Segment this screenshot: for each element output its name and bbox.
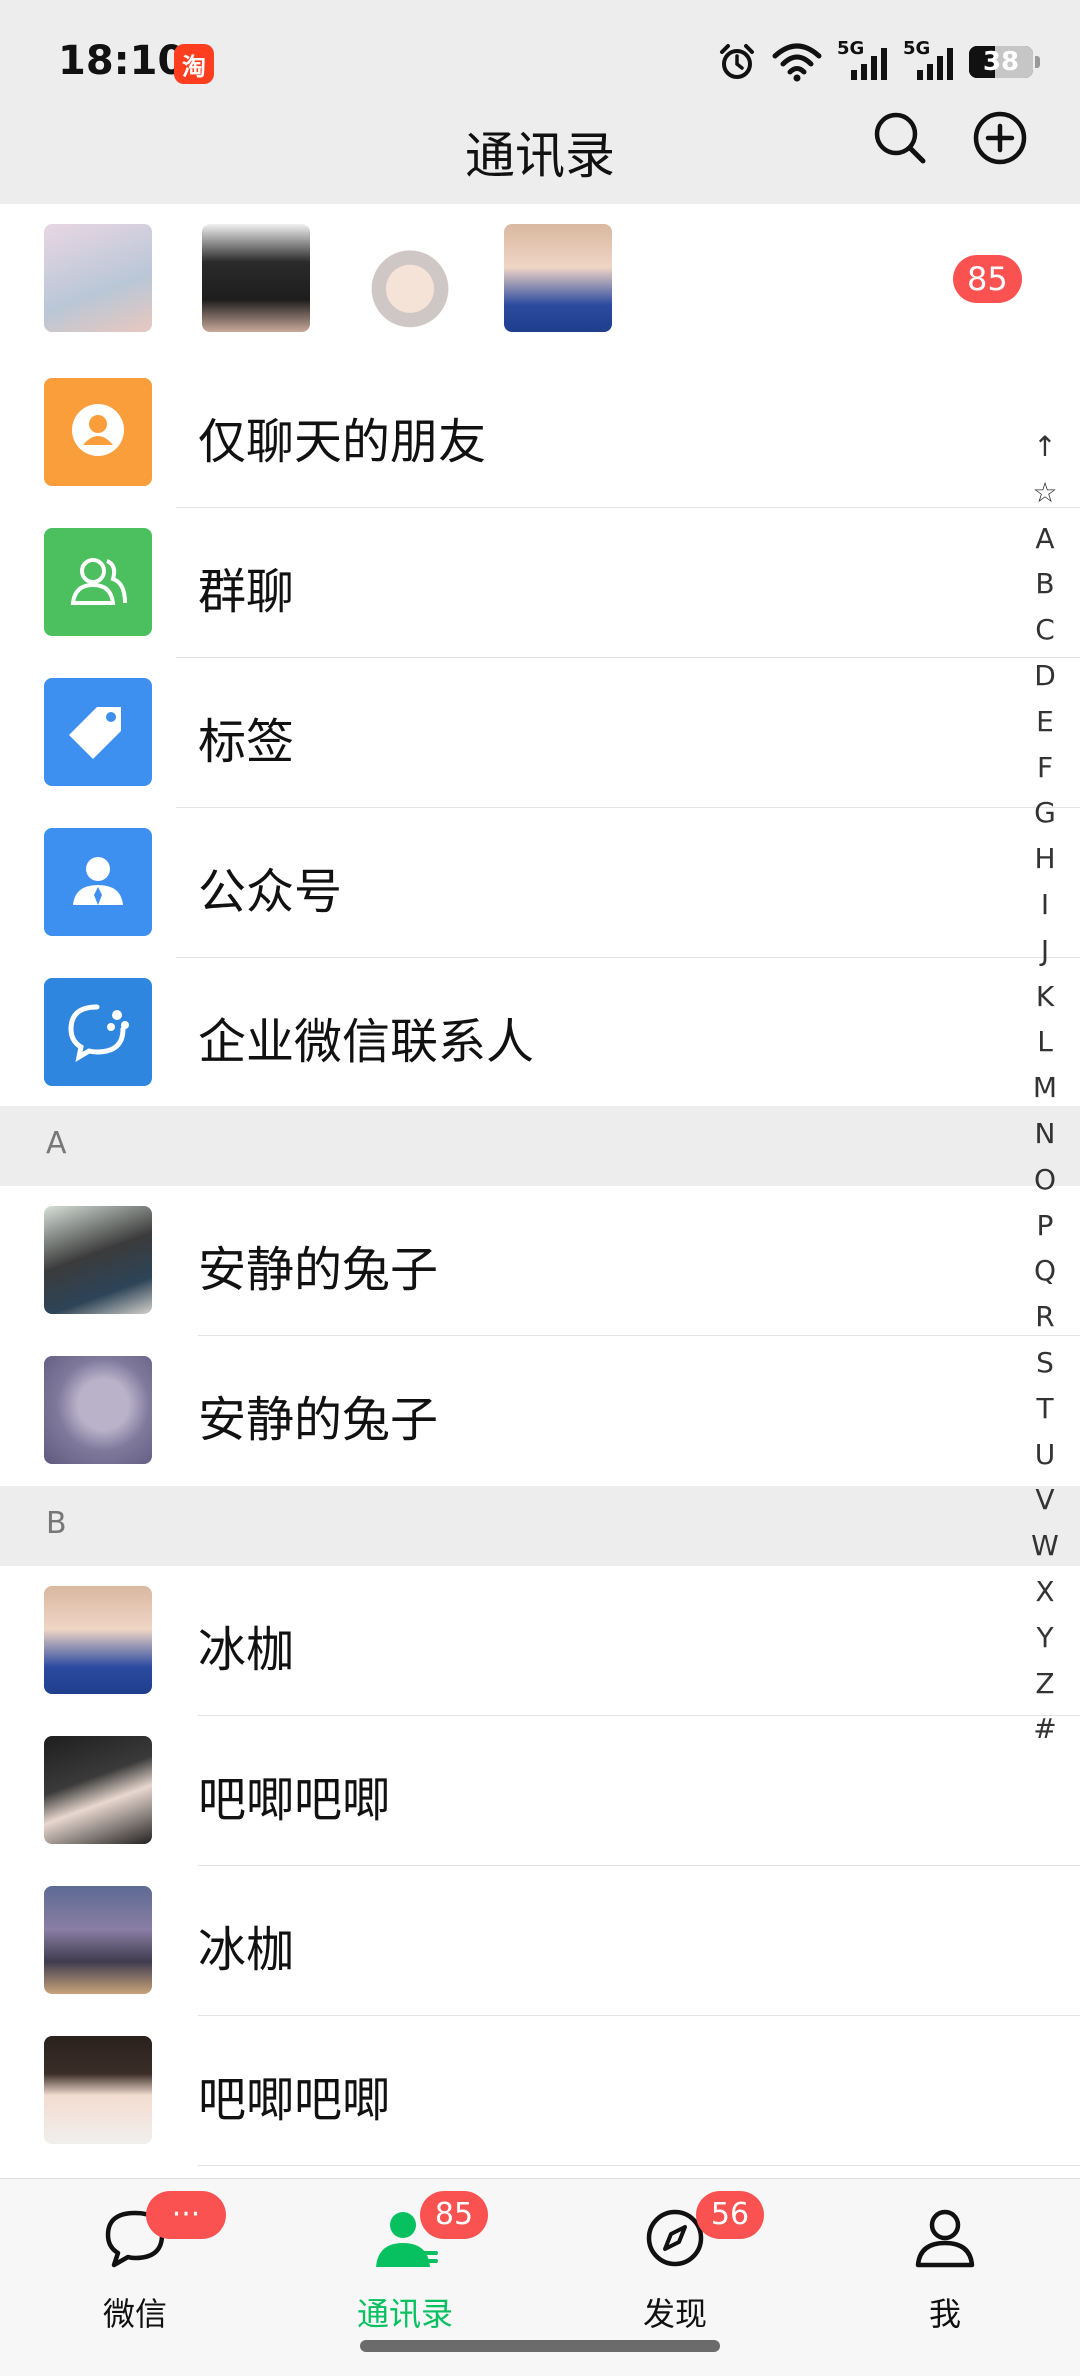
contact-name: 安静的兔子 xyxy=(198,1392,439,1448)
add-icon[interactable] xyxy=(970,108,1030,168)
search-icon[interactable] xyxy=(870,108,930,168)
index-item[interactable]: E xyxy=(1022,699,1068,745)
index-item[interactable]: O xyxy=(1022,1157,1068,1203)
index-item[interactable]: K xyxy=(1022,974,1068,1020)
contact-avatar xyxy=(44,1206,152,1314)
contact-name: 冰枷 xyxy=(198,1622,295,1678)
chats-badge: ··· xyxy=(146,2191,226,2239)
index-item[interactable]: J xyxy=(1022,928,1068,974)
tab-label: 我 xyxy=(928,2295,961,2333)
index-item[interactable]: # xyxy=(1022,1706,1068,1752)
index-item[interactable]: U xyxy=(1022,1432,1068,1478)
contact-name: 吧唧吧唧 xyxy=(198,1772,391,1828)
contact-row[interactable]: 吧唧吧唧 xyxy=(0,1716,1080,1866)
new-requests-badge: 85 xyxy=(953,255,1022,303)
contact-avatar xyxy=(44,2036,152,2144)
contact-avatar xyxy=(44,1356,152,1464)
row-tags[interactable]: 标签 xyxy=(0,658,1080,808)
index-item[interactable]: C xyxy=(1022,607,1068,653)
index-item[interactable]: P xyxy=(1022,1203,1068,1249)
section-letter: B xyxy=(46,1506,67,1541)
row-official-accounts[interactable]: 公众号 xyxy=(0,808,1080,958)
index-item[interactable]: V xyxy=(1022,1477,1068,1523)
contact-name: 冰枷 xyxy=(198,1922,295,1978)
index-item[interactable]: S xyxy=(1022,1340,1068,1386)
index-item[interactable]: W xyxy=(1022,1523,1068,1569)
section-header-b: B xyxy=(0,1486,1080,1566)
contact-row[interactable]: 安静的兔子 xyxy=(0,1186,1080,1336)
top-bar: 18:10 淘 5G 5G 38 通讯录 xyxy=(0,0,1080,204)
tab-contacts[interactable]: 85 通讯录 xyxy=(270,2179,540,2339)
index-item[interactable]: H xyxy=(1022,836,1068,882)
person-icon xyxy=(915,2209,975,2268)
contact-avatar xyxy=(44,1736,152,1844)
tab-me[interactable]: 我 xyxy=(810,2179,1080,2339)
row-label: 标签 xyxy=(198,714,295,770)
index-item[interactable]: X xyxy=(1022,1569,1068,1615)
contact-name: 安静的兔子 xyxy=(198,1242,439,1298)
tab-label: 发现 xyxy=(642,2295,707,2333)
tab-chats[interactable]: ··· 微信 xyxy=(0,2179,270,2339)
cellular-signal-1-icon: 5G xyxy=(837,38,889,82)
index-item[interactable]: Y xyxy=(1022,1615,1068,1661)
alphabet-index[interactable]: ↑ ☆ A B C D E F G H I J K L M N O P Q R … xyxy=(1022,424,1068,1752)
contact-name: 吧唧吧唧 xyxy=(198,2072,391,2128)
index-item[interactable]: F xyxy=(1022,745,1068,791)
row-label: 公众号 xyxy=(198,864,343,920)
contact-avatar xyxy=(44,1586,152,1694)
taobao-notification-icon: 淘 xyxy=(174,44,214,84)
request-avatar xyxy=(504,224,612,332)
row-group-chats[interactable]: 群聊 xyxy=(0,508,1080,658)
row-label: 群聊 xyxy=(198,564,295,620)
request-avatar xyxy=(44,224,152,332)
row-chat-only-friends[interactable]: 仅聊天的朋友 xyxy=(0,358,1080,508)
index-item[interactable]: D xyxy=(1022,653,1068,699)
index-item[interactable]: A xyxy=(1022,516,1068,562)
tag-icon xyxy=(44,678,152,786)
tab-discover[interactable]: 56 发现 xyxy=(540,2179,810,2339)
index-item[interactable]: B xyxy=(1022,561,1068,607)
row-wecom-contacts[interactable]: 企业微信联系人 xyxy=(0,958,1080,1108)
group-chat-icon xyxy=(44,528,152,636)
alarm-icon xyxy=(720,44,754,79)
chat-only-friends-icon xyxy=(44,378,152,486)
section-letter: A xyxy=(46,1126,67,1161)
tab-label: 通讯录 xyxy=(356,2295,453,2333)
index-item[interactable]: G xyxy=(1022,790,1068,836)
contact-row[interactable]: 吧唧吧唧 xyxy=(0,2016,1080,2166)
index-item[interactable]: L xyxy=(1022,1019,1068,1065)
index-item[interactable]: ↑ xyxy=(1022,424,1068,470)
row-label: 仅聊天的朋友 xyxy=(198,414,487,470)
section-header-a: A xyxy=(0,1106,1080,1186)
tab-label: 微信 xyxy=(102,2295,167,2333)
official-account-icon xyxy=(44,828,152,936)
battery-icon: 38 xyxy=(969,46,1033,78)
contact-row[interactable]: 冰枷 xyxy=(0,1866,1080,2016)
home-indicator[interactable] xyxy=(360,2340,720,2352)
battery-level: 38 xyxy=(982,47,1020,77)
index-item[interactable]: T xyxy=(1022,1386,1068,1432)
status-icons: 5G 5G 38 xyxy=(717,38,1040,84)
new-friend-requests-row[interactable] xyxy=(0,204,1080,358)
index-item[interactable]: Q xyxy=(1022,1248,1068,1294)
wecom-contact-icon xyxy=(44,978,152,1086)
row-label: 企业微信联系人 xyxy=(198,1014,535,1070)
request-avatar xyxy=(202,224,310,332)
index-item[interactable]: Z xyxy=(1022,1661,1068,1707)
request-avatar xyxy=(356,224,464,332)
wifi-icon xyxy=(772,43,822,82)
index-item[interactable]: I xyxy=(1022,882,1068,928)
index-item[interactable]: ☆ xyxy=(1022,470,1068,516)
index-item[interactable]: R xyxy=(1022,1294,1068,1340)
contact-row[interactable]: 冰枷 xyxy=(0,1566,1080,1716)
contacts-badge: 85 xyxy=(420,2191,488,2239)
contact-row[interactable]: 安静的兔子 xyxy=(0,1336,1080,1486)
contact-avatar xyxy=(44,1886,152,1994)
status-time: 18:10 xyxy=(58,38,186,84)
index-item[interactable]: M xyxy=(1022,1065,1068,1111)
cellular-signal-2-icon: 5G xyxy=(903,38,955,82)
index-item[interactable]: N xyxy=(1022,1111,1068,1157)
discover-badge: 56 xyxy=(696,2191,764,2239)
